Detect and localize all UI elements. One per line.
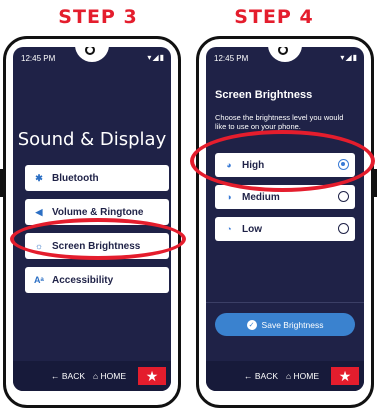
home-button[interactable]: ⌂ HOME	[286, 371, 319, 381]
menu-item-volume[interactable]: ◀ Volume & Ringtone	[25, 199, 169, 225]
back-button[interactable]: ← BACK	[244, 371, 278, 381]
status-icons: ▾◢▮	[147, 53, 165, 62]
radio-medium[interactable]	[338, 191, 349, 202]
menu-item-screen-brightness[interactable]: ☼ Screen Brightness	[25, 233, 169, 259]
bottom-nav: ← BACK ⌂ HOME ★	[13, 361, 171, 391]
bluetooth-icon: ✱	[35, 172, 43, 183]
radio-low[interactable]	[338, 223, 349, 234]
page-title: Sound & Display	[17, 129, 167, 150]
brightness-high-icon: ◕	[226, 160, 232, 170]
status-icons: ▾◢▮	[340, 53, 358, 62]
check-circle-icon: ✓	[246, 319, 257, 330]
status-time: 12:45 PM	[21, 54, 56, 63]
font-size-icon: Aᵃ	[34, 275, 44, 285]
step-4-title: STEP 4	[234, 6, 314, 28]
bottom-nav: ← BACK ⌂ HOME ★	[206, 361, 364, 391]
brightness-low-icon: ◔	[226, 224, 232, 234]
phone-left: 12:45 PM ▾◢▮ Sound & Display ✱ Bluetooth…	[0, 36, 181, 408]
page-title: Screen Brightness	[215, 89, 313, 101]
menu-item-label: Accessibility	[52, 274, 114, 286]
status-time: 12:45 PM	[214, 54, 249, 63]
phone-right: 12:45 PM ▾◢▮ Screen Brightness Choose th…	[196, 36, 377, 408]
phone-screen: 12:45 PM ▾◢▮ Sound & Display ✱ Bluetooth…	[13, 47, 171, 391]
menu-item-label: Volume & Ringtone	[52, 206, 144, 218]
menu-item-accessibility[interactable]: Aᵃ Accessibility	[25, 267, 169, 293]
star-button[interactable]: ★	[138, 367, 167, 385]
camera-icon	[85, 47, 95, 55]
option-label: High	[242, 159, 265, 171]
phone-screen: 12:45 PM ▾◢▮ Screen Brightness Choose th…	[206, 47, 364, 391]
sun-icon: ☼	[34, 241, 44, 251]
option-high[interactable]: ◕ High	[215, 153, 355, 177]
option-medium[interactable]: ◑ Medium	[215, 185, 355, 209]
speaker-icon: ◀	[35, 206, 43, 217]
radio-high[interactable]	[338, 159, 349, 170]
phone-side-button	[0, 169, 3, 197]
divider	[206, 302, 364, 303]
save-brightness-button[interactable]: ✓ Save Brightness	[215, 313, 355, 336]
instruction-text: Choose the brightness level you would li…	[215, 113, 344, 131]
camera-icon	[278, 47, 288, 55]
brightness-medium-icon: ◑	[226, 192, 232, 202]
save-brightness-label: Save Brightness	[261, 319, 324, 330]
option-label: Medium	[242, 191, 280, 203]
home-button[interactable]: ⌂ HOME	[93, 371, 126, 381]
star-button[interactable]: ★	[331, 367, 360, 385]
phone-notch	[75, 47, 109, 62]
menu-item-bluetooth[interactable]: ✱ Bluetooth	[25, 165, 169, 191]
phone-notch	[268, 47, 302, 62]
option-low[interactable]: ◔ Low	[215, 217, 355, 241]
star-icon: ★	[145, 367, 159, 384]
option-label: Low	[242, 223, 262, 235]
step-3-title: STEP 3	[58, 6, 138, 28]
star-icon: ★	[338, 367, 352, 384]
back-button[interactable]: ← BACK	[51, 371, 85, 381]
menu-item-label: Bluetooth	[52, 172, 99, 184]
menu-item-label: Screen Brightness	[52, 240, 141, 252]
